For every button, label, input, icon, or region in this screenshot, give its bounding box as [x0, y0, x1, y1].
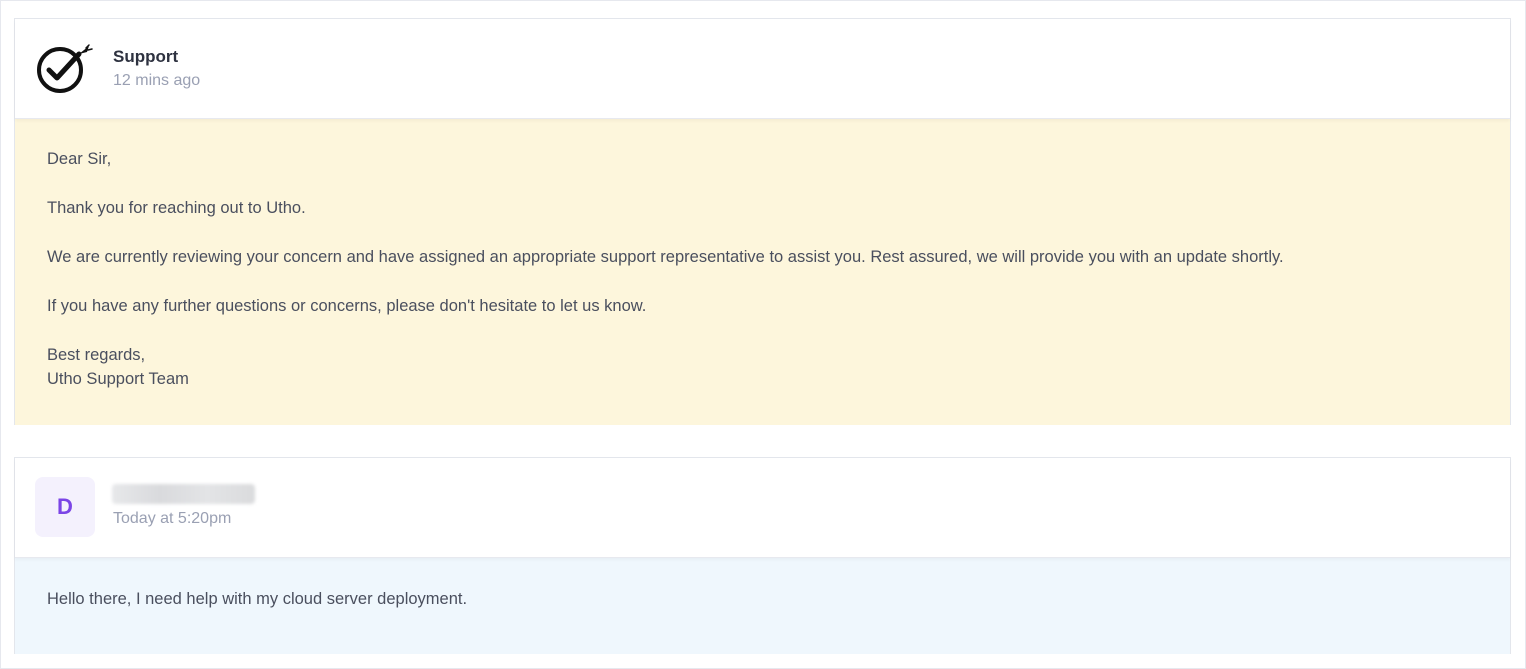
- author-name-redacted: [112, 484, 255, 504]
- message-signature: Utho Support Team: [47, 370, 189, 388]
- message-body: Hello there, I need help with my cloud s…: [15, 558, 1510, 654]
- message-paragraph: Thank you for reaching out to Utho.: [47, 199, 306, 217]
- support-message-card: Support 12 mins ago Dear Sir, Thank you …: [14, 18, 1511, 425]
- message-paragraph: We are currently reviewing your concern …: [47, 248, 1284, 266]
- author-name: Support: [113, 47, 179, 66]
- message-text: Hello there, I need help with my cloud s…: [47, 590, 468, 608]
- message-signoff: Best regards,: [47, 346, 146, 364]
- message-body: Dear Sir, Thank you for reaching out to …: [15, 119, 1510, 425]
- message-timestamp: Today at 5:20pm: [113, 510, 232, 527]
- checkmark-rocket-logo-icon: [37, 44, 93, 93]
- message-header: Support 12 mins ago: [15, 19, 1510, 119]
- user-message-card: D Today at 5:20pm Hello there, I need he…: [14, 457, 1511, 654]
- message-paragraph: If you have any further questions or con…: [47, 297, 647, 315]
- message-header: D Today at 5:20pm: [15, 458, 1510, 558]
- avatar: D: [35, 477, 95, 537]
- message-timestamp: 12 mins ago: [113, 72, 201, 89]
- message-greeting: Dear Sir,: [47, 150, 112, 168]
